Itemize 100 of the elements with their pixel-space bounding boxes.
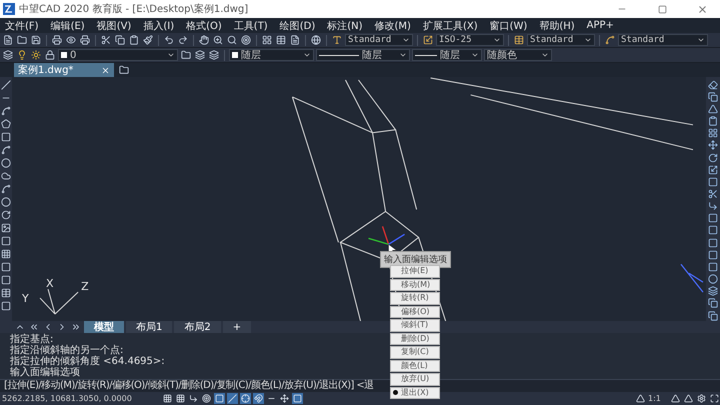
first-tab-icon[interactable]: [29, 322, 39, 332]
context-menu-item[interactable]: 放弃(U): [390, 373, 440, 386]
text-style-icon[interactable]: [332, 35, 342, 45]
style-dropdown[interactable]: Standard: [527, 34, 595, 46]
layout-tab[interactable]: +: [222, 321, 252, 333]
new-tab-icon[interactable]: [119, 65, 129, 75]
dropdown-value: ISO-25: [439, 35, 472, 45]
arc-icon[interactable]: [1, 145, 11, 155]
dropdown-value: 随颜色: [487, 48, 517, 62]
zoom-icon[interactable]: [213, 35, 223, 45]
layer-dropdown[interactable]: 0: [58, 49, 178, 61]
globe-icon[interactable]: [311, 35, 321, 45]
spline-icon[interactable]: [1, 184, 11, 194]
print-icon[interactable]: [52, 35, 62, 45]
context-menu-item[interactable]: 倾斜(T): [390, 319, 440, 332]
plot-style-dropdown[interactable]: 随颜色: [484, 49, 552, 61]
layout-tab[interactable]: 布局1: [126, 321, 172, 333]
style-dropdown[interactable]: Standard: [618, 34, 708, 46]
context-menu-item[interactable]: 颜色(L): [390, 360, 440, 372]
eraser-icon[interactable]: [708, 80, 718, 90]
plot-icon[interactable]: [80, 35, 90, 45]
cut-icon[interactable]: [101, 35, 111, 45]
hatch-icon[interactable]: [1, 249, 11, 259]
menu-item[interactable]: 文件(F): [2, 18, 48, 33]
sun-icon[interactable]: [31, 50, 41, 60]
undo-icon[interactable]: [164, 35, 174, 45]
scale-text[interactable]: 1:1: [648, 394, 668, 403]
lock-icon[interactable]: [45, 50, 55, 60]
context-menu-item[interactable]: 偏移(O): [390, 306, 440, 318]
menu-item[interactable]: 插入(I): [140, 18, 184, 33]
redo-icon[interactable]: [178, 35, 188, 45]
menu-item[interactable]: 绘图(D): [276, 18, 324, 33]
dropdown-value: 随层: [440, 49, 460, 62]
lightbulb-icon[interactable]: [17, 50, 27, 60]
grid-icon[interactable]: [176, 394, 185, 403]
diagonal-line-drawing: [680, 264, 704, 293]
menu-item[interactable]: 帮助(H): [536, 18, 584, 33]
preview-icon[interactable]: [66, 35, 76, 45]
last-tab-icon[interactable]: [71, 322, 81, 332]
menu-item[interactable]: 编辑(E): [48, 18, 94, 33]
table-icon[interactable]: [1, 288, 11, 298]
zoom-window-icon[interactable]: [227, 35, 237, 45]
circle-icon[interactable]: [1, 158, 11, 168]
color-dropdown[interactable]: 随层: [229, 49, 314, 61]
array-icon[interactable]: [708, 128, 718, 138]
lineweight-dropdown[interactable]: 随层: [412, 49, 482, 61]
rectangle-icon[interactable]: [1, 132, 11, 142]
menu-item[interactable]: 窗口(W): [486, 18, 536, 33]
table-style-icon[interactable]: [514, 35, 524, 45]
menu-item[interactable]: 工具(T): [230, 18, 277, 33]
context-menu-item[interactable]: 退出(X): [390, 386, 440, 399]
ucs-icon-drawing: [40, 288, 79, 315]
cloud-icon[interactable]: [1, 171, 11, 181]
coordinates-text: 5262.2185, 10681.3050, 0.0000: [2, 394, 133, 403]
copy-icon[interactable]: [708, 92, 718, 102]
command-history-line: 指定沿倾斜轴的另一个点:: [10, 345, 124, 356]
context-menu-item[interactable]: 删除(D): [390, 332, 440, 345]
brush-icon[interactable]: [143, 35, 153, 45]
document-tab[interactable]: 案例1.dwg*: [14, 63, 114, 77]
copy-icon[interactable]: [115, 35, 125, 45]
close-icon[interactable]: [696, 4, 708, 14]
copy-icon[interactable]: [708, 310, 718, 321]
settings-icon[interactable]: [697, 394, 706, 403]
folder-icon[interactable]: [17, 35, 27, 45]
window-title: 中望CAD 2020 教育版 - [E:\Desktop\案例1.dwg]: [19, 2, 250, 16]
maximize-icon[interactable]: [658, 4, 666, 14]
menu-item[interactable]: 视图(V): [94, 18, 140, 33]
paste-icon[interactable]: [129, 35, 139, 45]
layer-manager-icon[interactable]: [3, 50, 13, 60]
style-dropdown[interactable]: Standard: [345, 34, 413, 46]
context-menu-item[interactable]: 复制(C): [390, 346, 440, 358]
close-icon[interactable]: [101, 66, 110, 74]
fullscreen-icon[interactable]: [710, 394, 719, 403]
scale-icon[interactable]: [708, 164, 718, 175]
menu-item[interactable]: 修改(M): [372, 18, 420, 33]
rotate-icon[interactable]: [708, 152, 718, 163]
context-menu-item[interactable]: 旋转(R): [390, 292, 440, 304]
linetype-dropdown[interactable]: 随层: [316, 49, 410, 61]
save-icon[interactable]: [31, 35, 41, 45]
context-menu-item[interactable]: 移动(M): [390, 278, 440, 291]
line-icon[interactable]: [1, 80, 11, 90]
menu-item[interactable]: 标注(N): [324, 18, 372, 33]
caret-icon: [303, 51, 311, 59]
line-sample: [415, 54, 437, 56]
menu-item[interactable]: 扩展工具(X): [420, 18, 487, 33]
layout-tab[interactable]: 布局2: [174, 321, 221, 333]
copy-icon[interactable]: [708, 298, 718, 308]
new-file-icon[interactable]: [3, 35, 13, 45]
menu-item[interactable]: 格式(O): [183, 18, 231, 33]
layers-icon[interactable]: [708, 286, 718, 296]
layout-tab[interactable]: 模型: [84, 321, 124, 333]
caret-icon: [584, 36, 592, 44]
trim-icon[interactable]: [708, 188, 718, 199]
polyline-icon[interactable]: [1, 106, 11, 116]
polygon-icon[interactable]: [1, 119, 11, 129]
menu-item[interactable]: APP+: [584, 18, 623, 33]
pan-icon[interactable]: [199, 35, 209, 45]
context-menu-item[interactable]: 拉伸(E): [390, 265, 440, 278]
move-icon[interactable]: [708, 140, 718, 150]
style-dropdown[interactable]: ISO-25: [436, 34, 504, 46]
